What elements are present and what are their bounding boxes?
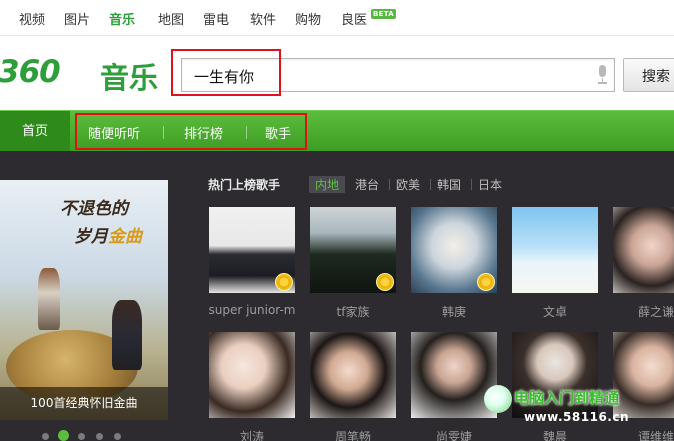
hot-badge-icon: [477, 273, 495, 291]
hot-badge-icon: [376, 273, 394, 291]
region-divider: [430, 179, 431, 190]
banner-caption: 100首经典怀旧金曲: [0, 387, 168, 420]
musician-figure: [112, 300, 142, 370]
singer-name[interactable]: 薛之谦: [606, 303, 674, 320]
charts-link[interactable]: 排行榜: [184, 123, 223, 142]
beta-badge: BETA: [371, 9, 396, 19]
music-page: 视频 图片 音乐 地图 雷电 软件 购物 良医 BETA 360 音乐 一生有你…: [0, 0, 674, 441]
search-input[interactable]: 一生有你: [181, 58, 615, 92]
singer-name[interactable]: 文卓: [505, 303, 605, 320]
nav-software[interactable]: 软件: [250, 9, 276, 28]
search-button[interactable]: 搜索: [623, 58, 674, 92]
singer-name[interactable]: 刘涛: [202, 428, 302, 441]
region-divider: [389, 179, 390, 190]
nav-doctor[interactable]: 良医: [341, 9, 367, 28]
violinist-figure: [38, 268, 60, 330]
nav-divider: [163, 126, 164, 139]
nav-shopping[interactable]: 购物: [295, 9, 321, 28]
region-tab-mainland[interactable]: 内地: [309, 176, 346, 193]
search-query: 一生有你: [194, 68, 255, 86]
hot-badge-icon: [275, 273, 293, 291]
singer-card[interactable]: [411, 207, 497, 293]
singer-name[interactable]: tf家族: [303, 303, 403, 320]
singer-name[interactable]: 魏晨: [505, 428, 605, 441]
nav-images[interactable]: 图片: [64, 9, 90, 28]
region-divider: [471, 179, 472, 190]
singer-name[interactable]: super junior-m: [202, 303, 302, 317]
region-tab-western[interactable]: 欧美: [396, 176, 420, 193]
singer-name[interactable]: 周笔畅: [303, 428, 403, 441]
singer-name[interactable]: 韩庚: [404, 303, 504, 320]
nav-maps[interactable]: 地图: [158, 9, 184, 28]
singer-name[interactable]: 尚雯婕: [404, 428, 504, 441]
carousel-dot-4[interactable]: [96, 433, 103, 440]
singer-card[interactable]: [613, 332, 674, 418]
singer-card[interactable]: [512, 332, 598, 418]
microphone-icon[interactable]: [596, 65, 608, 85]
singer-name[interactable]: 谭维维: [606, 428, 674, 441]
nav-music[interactable]: 音乐: [109, 9, 135, 28]
music-nav-bar: 首页 随便听听 排行榜 歌手: [0, 110, 674, 152]
carousel-dot-3[interactable]: [78, 433, 85, 440]
singer-card[interactable]: [613, 207, 674, 293]
singer-card[interactable]: [310, 207, 396, 293]
album-banner[interactable]: 不退色的 岁月金曲 100首经典怀旧金曲: [0, 180, 168, 420]
hot-singers-title: 热门上榜歌手: [208, 178, 281, 192]
nav-divider: [246, 126, 247, 139]
singers-link[interactable]: 歌手: [265, 123, 291, 142]
region-tab-hk-tw[interactable]: 港台: [355, 176, 379, 193]
carousel-dots: [42, 430, 132, 441]
logo-number: 360: [0, 54, 61, 90]
banner-title-line1: 不退色的: [60, 199, 128, 219]
carousel-dot-1[interactable]: [42, 433, 49, 440]
carousel-dot-5[interactable]: [114, 433, 121, 440]
banner-title-line2: 岁月金曲: [74, 227, 142, 247]
channel-nav: 视频 图片 音乐 地图 雷电 软件 购物 良医 BETA: [0, 0, 674, 36]
home-tab[interactable]: 首页: [0, 111, 70, 152]
singer-card[interactable]: [512, 207, 598, 293]
nav-thunder[interactable]: 雷电: [203, 9, 229, 28]
singer-card[interactable]: [209, 332, 295, 418]
carousel-dot-2[interactable]: [58, 430, 69, 441]
region-tab-korea[interactable]: 韩国: [437, 176, 461, 193]
logo-name: 音乐: [100, 61, 159, 95]
nav-video[interactable]: 视频: [19, 9, 45, 28]
singer-card[interactable]: [411, 332, 497, 418]
singer-card[interactable]: [310, 332, 396, 418]
random-listen-link[interactable]: 随便听听: [88, 123, 140, 142]
region-tab-japan[interactable]: 日本: [478, 176, 502, 193]
singer-card[interactable]: [209, 207, 295, 293]
